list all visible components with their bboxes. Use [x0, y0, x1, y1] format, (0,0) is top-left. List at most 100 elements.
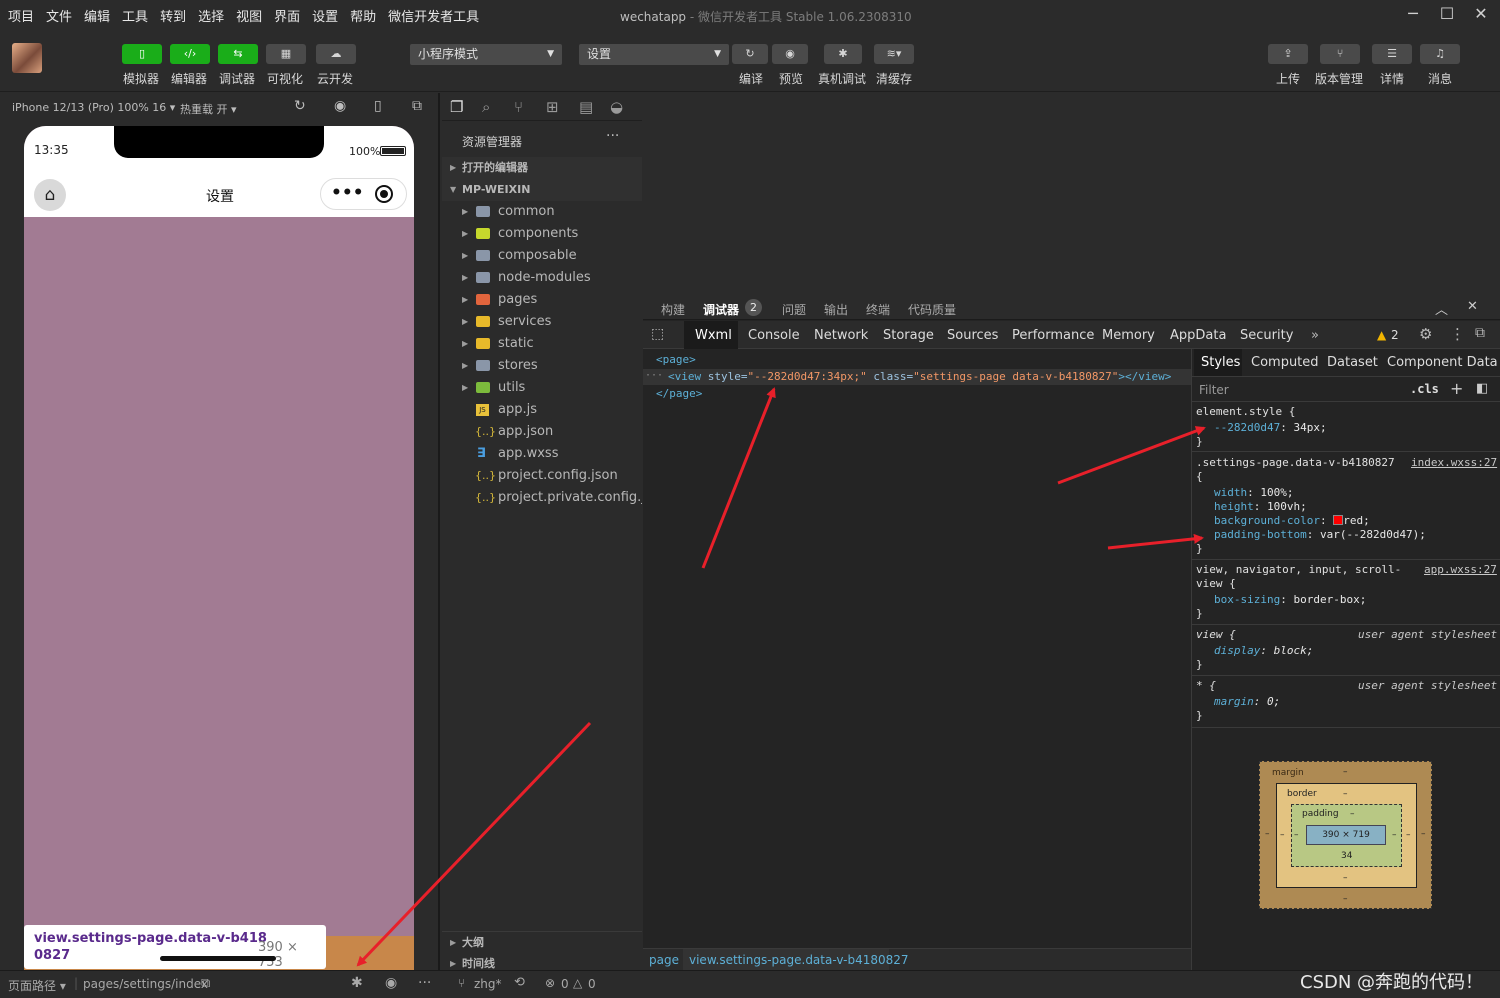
more-icon[interactable]: ··· [418, 975, 431, 991]
more-icon[interactable]: ··· [606, 128, 619, 144]
debugger-toggle-button[interactable]: ⇆ [218, 44, 258, 64]
mode-select[interactable]: 小程序模式 ▼ [410, 44, 562, 65]
open-editors-section[interactable]: ▶ 打开的编辑器 [442, 157, 642, 179]
more-tabs-icon[interactable]: » [1311, 328, 1319, 343]
folder-node-modules[interactable]: ▶ node-modules [442, 267, 642, 289]
copy-icon[interactable]: ⧉ [201, 976, 210, 991]
color-swatch[interactable] [1333, 515, 1344, 525]
messages-button[interactable]: ♫ [1420, 44, 1460, 64]
error-count[interactable]: 0 [561, 977, 569, 991]
storage-icon[interactable]: ▤ [579, 98, 593, 116]
close-icon[interactable]: ✕ [1467, 299, 1478, 314]
decl-padding-bottom[interactable]: padding-bottom: var(--282d0d47); [1214, 528, 1426, 541]
preview-button[interactable]: ◉ [772, 44, 808, 64]
tab-wxml[interactable]: Wxml [695, 328, 732, 343]
search-icon[interactable]: ⌕ [482, 98, 490, 116]
decl-box-sizing[interactable]: box-sizing: border-box; [1214, 593, 1366, 606]
cls-button[interactable]: .cls [1410, 382, 1439, 396]
sync-icon[interactable]: ⟲ [514, 975, 525, 990]
dock-icon[interactable]: ⧉ [1475, 325, 1485, 341]
menu-item-view[interactable]: 视图 [236, 6, 262, 25]
hot-reload-select[interactable]: 热重载 开 ▾ [180, 101, 237, 117]
menu-item-select[interactable]: 选择 [198, 6, 224, 25]
decl-width[interactable]: width: 100%; [1214, 486, 1294, 499]
outline-section[interactable]: ▶ 大纲 [442, 931, 642, 953]
minimize-icon[interactable]: ─ [1402, 4, 1424, 26]
tab-dataset[interactable]: Dataset [1327, 355, 1378, 370]
tab-issues[interactable]: 问题 [782, 301, 806, 318]
decl-height[interactable]: height: 100vh; [1214, 500, 1307, 513]
more-icon[interactable]: ••• [331, 183, 364, 203]
tab-terminal[interactable]: 终端 [866, 301, 890, 318]
home-icon[interactable]: ⌂ [34, 179, 66, 211]
git-icon[interactable]: ⑂ [514, 98, 523, 116]
folder-utils[interactable]: ▶ utils [442, 377, 642, 399]
file-app-json[interactable]: {..} app.json [442, 421, 642, 443]
menu-item-project[interactable]: 项目 [8, 6, 34, 25]
tab-styles[interactable]: Styles [1201, 355, 1240, 370]
tab-network[interactable]: Network [814, 328, 868, 343]
tab-component-data[interactable]: Component Data [1387, 355, 1498, 370]
project-root[interactable]: ▼ MP-WEIXIN [442, 179, 642, 201]
rule-element-decl[interactable]: --282d0d47: 34px; [1214, 421, 1327, 434]
visual-button[interactable]: ▦ [266, 44, 306, 64]
folder-common[interactable]: ▶ common [442, 201, 642, 223]
wxml-page-open[interactable]: <page> [656, 353, 696, 366]
eye-icon[interactable]: ◉ [385, 975, 397, 991]
tab-sources[interactable]: Sources [947, 328, 998, 343]
tab-memory[interactable]: Memory [1102, 328, 1155, 343]
inspect-element-icon[interactable]: ⬚ [651, 326, 664, 342]
stop-icon[interactable]: ◉ [334, 98, 346, 114]
decl-background[interactable]: background-color: red; [1214, 514, 1370, 527]
tab-console[interactable]: Console [748, 328, 800, 343]
upload-button[interactable]: ⇪ [1268, 44, 1308, 64]
files-icon[interactable]: ❐ [450, 98, 463, 116]
simulator-toggle-button[interactable]: ▯ [122, 44, 162, 64]
tab-performance[interactable]: Performance [1012, 328, 1094, 343]
source-link-app[interactable]: app.wxss:27 [1424, 563, 1497, 576]
breadcrumb-view[interactable]: view.settings-page.data-v-b4180827 [689, 953, 909, 967]
plus-icon[interactable]: + [1450, 379, 1463, 398]
tab-security[interactable]: Security [1240, 328, 1293, 343]
folder-stores[interactable]: ▶ stores [442, 355, 642, 377]
warning-count-status[interactable]: 0 [588, 977, 596, 991]
toggle-sidebar-icon[interactable]: ◧ [1476, 381, 1488, 396]
remote-debug-button[interactable]: ✱ [824, 44, 862, 64]
editor-toggle-button[interactable]: ‹/› [170, 44, 210, 64]
tab-computed[interactable]: Computed [1251, 355, 1319, 370]
tab-debugger[interactable]: 调试器 [703, 301, 739, 318]
folder-composable[interactable]: ▶ composable [442, 245, 642, 267]
tab-storage[interactable]: Storage [883, 328, 934, 343]
filter-input[interactable]: Filter [1199, 383, 1229, 397]
close-target-icon[interactable] [375, 185, 393, 203]
folder-components[interactable]: ▶ components [442, 223, 642, 245]
menu-item-goto[interactable]: 转到 [160, 6, 186, 25]
tab-code-quality[interactable]: 代码质量 [908, 301, 956, 318]
docker-icon[interactable]: ◒ [610, 98, 623, 116]
menu-item-help[interactable]: 帮助 [350, 6, 376, 25]
bug-icon[interactable]: ✱ [351, 975, 363, 991]
file-app-js[interactable]: JS app.js [442, 399, 642, 421]
rotate-icon[interactable]: ↻ [294, 98, 306, 114]
menu-item-tools[interactable]: 工具 [122, 6, 148, 25]
maximize-icon[interactable]: ☐ [1436, 4, 1458, 26]
git-branch-name[interactable]: zhg* [474, 977, 502, 991]
wxml-page-close[interactable]: </page> [656, 387, 702, 400]
folder-static[interactable]: ▶ static [442, 333, 642, 355]
folder-pages[interactable]: ▶ pages [442, 289, 642, 311]
kebab-icon[interactable]: ⋮ [1450, 325, 1465, 343]
file-project-private-config[interactable]: {..}project.private.config.js... [442, 487, 642, 509]
menu-item-settings[interactable]: 设置 [312, 6, 338, 25]
warning-icon[interactable]: ▲ [1377, 328, 1386, 342]
gear-icon[interactable]: ⚙ [1419, 325, 1432, 343]
device-select[interactable]: iPhone 12/13 (Pro) 100% 16 ▾ [12, 101, 175, 114]
page-path-select[interactable]: 页面路径 ▾ [8, 977, 66, 994]
compile-mode-select[interactable]: 设置 ▼ [579, 44, 729, 65]
details-button[interactable]: ☰ [1372, 44, 1412, 64]
close-window-icon[interactable]: ✕ [1470, 4, 1492, 26]
menu-item-edit[interactable]: 编辑 [84, 6, 110, 25]
wxml-view-node[interactable]: <view style="--282d0d47:34px;" class="se… [668, 370, 1171, 383]
phone-icon[interactable]: ▯ [374, 98, 382, 114]
file-project-config[interactable]: {..} project.config.json [442, 465, 642, 487]
file-app-wxss[interactable]: ∃ app.wxss [442, 443, 642, 465]
